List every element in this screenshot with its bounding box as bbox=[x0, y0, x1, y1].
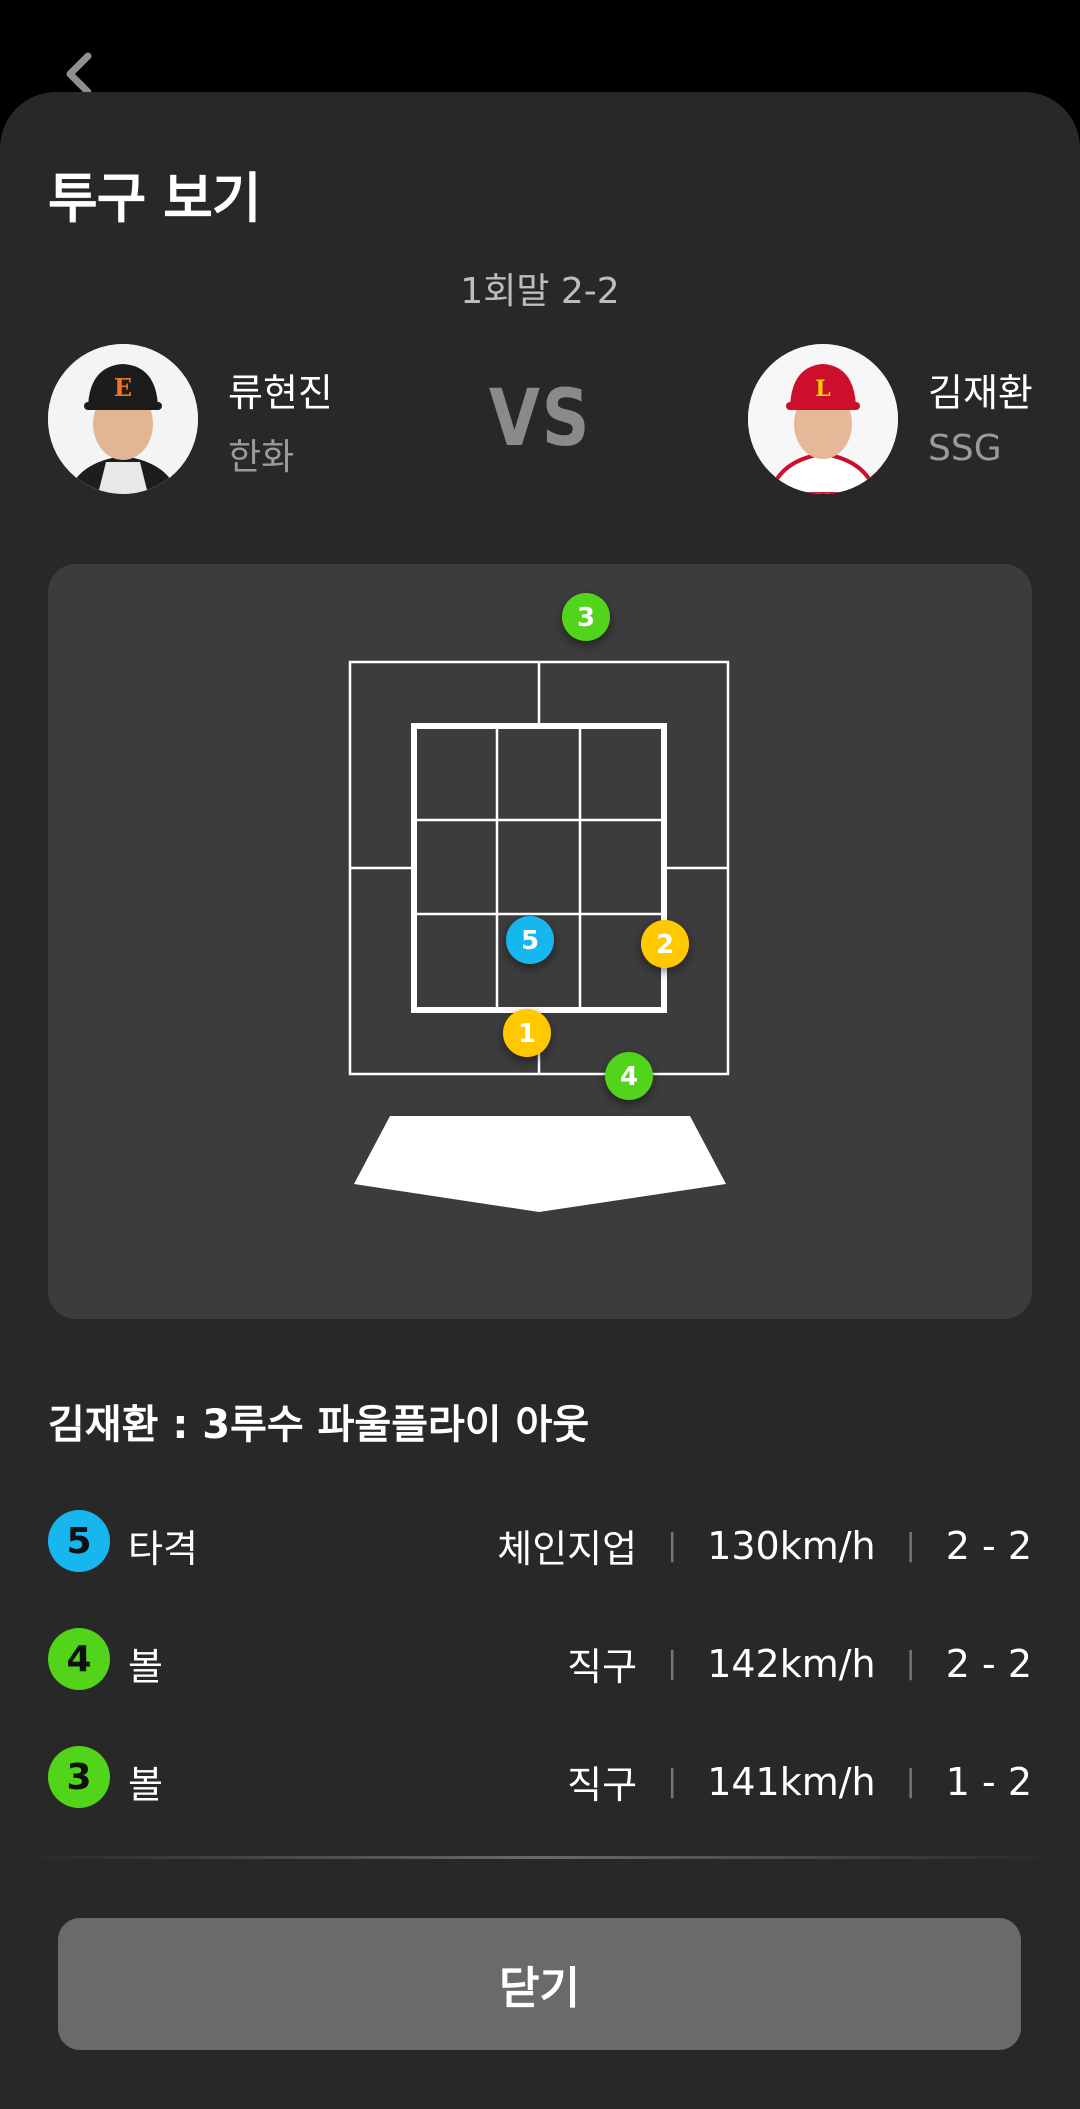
pitch-info: 체인지업 | 130km/h | 2 - 2 bbox=[497, 1518, 1032, 1573]
home-plate bbox=[354, 1116, 726, 1212]
separator: | bbox=[667, 1764, 678, 1799]
ball-count: 2 - 2 bbox=[945, 1523, 1032, 1568]
batter-name: 김재환 bbox=[928, 371, 1033, 415]
pitch-marker-5: 5 bbox=[506, 916, 554, 964]
separator: | bbox=[667, 1528, 678, 1563]
svg-text:4: 4 bbox=[620, 1062, 638, 1092]
svg-text:5: 5 bbox=[521, 926, 539, 956]
page-title: 투구 보기 bbox=[48, 167, 262, 230]
pitch-speed: 130km/h bbox=[707, 1523, 876, 1568]
pitch-speed: 142km/h bbox=[707, 1641, 876, 1686]
ball-count: 2 - 2 bbox=[945, 1641, 1032, 1686]
pitch-marker-1: 1 bbox=[503, 1009, 551, 1057]
pitch-number-badge: 3 bbox=[48, 1746, 110, 1808]
close-button[interactable]: 닫기 bbox=[58, 1918, 1021, 2050]
pitch-result: 볼 bbox=[128, 1645, 163, 1689]
pitch-row: 5 타격 체인지업 | 130km/h | 2 - 2 bbox=[48, 1510, 1032, 1574]
pitch-view-sheet: 투구 보기 1회말 2-2 E 류현진 한화 VS L 김재환 SSG 3 5 … bbox=[0, 92, 1080, 2109]
pitch-marker-3: 3 bbox=[562, 593, 610, 641]
ball-count: 1 - 2 bbox=[945, 1759, 1032, 1804]
pitch-info: 직구 | 141km/h | 1 - 2 bbox=[567, 1754, 1032, 1809]
pitch-number-badge: 4 bbox=[48, 1628, 110, 1690]
pitch-type: 체인지업 bbox=[497, 1527, 638, 1571]
separator: | bbox=[667, 1646, 678, 1681]
divider bbox=[20, 1856, 1060, 1859]
strike-zone-panel: 3 5 2 1 4 bbox=[48, 564, 1032, 1319]
at-bat-result: 김재환 : 3루수 파울플라이 아웃 bbox=[48, 1402, 590, 1448]
pitch-marker-2: 2 bbox=[641, 920, 689, 968]
pitch-type: 직구 bbox=[567, 1763, 638, 1807]
separator: | bbox=[905, 1764, 916, 1799]
separator: | bbox=[905, 1528, 916, 1563]
batter-avatar: L bbox=[748, 344, 898, 494]
pitch-type: 직구 bbox=[567, 1645, 638, 1689]
pitch-speed: 141km/h bbox=[707, 1759, 876, 1804]
pitch-row: 4 볼 직구 | 142km/h | 2 - 2 bbox=[48, 1628, 1032, 1692]
chevron-left-icon[interactable] bbox=[60, 52, 100, 96]
svg-text:L: L bbox=[815, 376, 830, 402]
svg-text:1: 1 bbox=[518, 1019, 536, 1049]
pitch-result: 볼 bbox=[128, 1763, 163, 1807]
pitch-number-badge: 5 bbox=[48, 1510, 110, 1572]
separator: | bbox=[905, 1646, 916, 1681]
pitch-info: 직구 | 142km/h | 2 - 2 bbox=[567, 1636, 1032, 1691]
pitch-result: 타격 bbox=[128, 1527, 198, 1571]
batter-team: SSG bbox=[928, 428, 1002, 469]
pitch-row: 3 볼 직구 | 141km/h | 1 - 2 bbox=[48, 1746, 1032, 1810]
inner-strike-zone bbox=[411, 723, 667, 1013]
svg-text:3: 3 bbox=[577, 603, 595, 633]
inning-count: 1회말 2-2 bbox=[460, 271, 620, 312]
svg-text:2: 2 bbox=[656, 930, 674, 960]
pitch-marker-4: 4 bbox=[605, 1052, 653, 1100]
strike-zone-diagram: 3 5 2 1 4 bbox=[348, 593, 730, 1212]
